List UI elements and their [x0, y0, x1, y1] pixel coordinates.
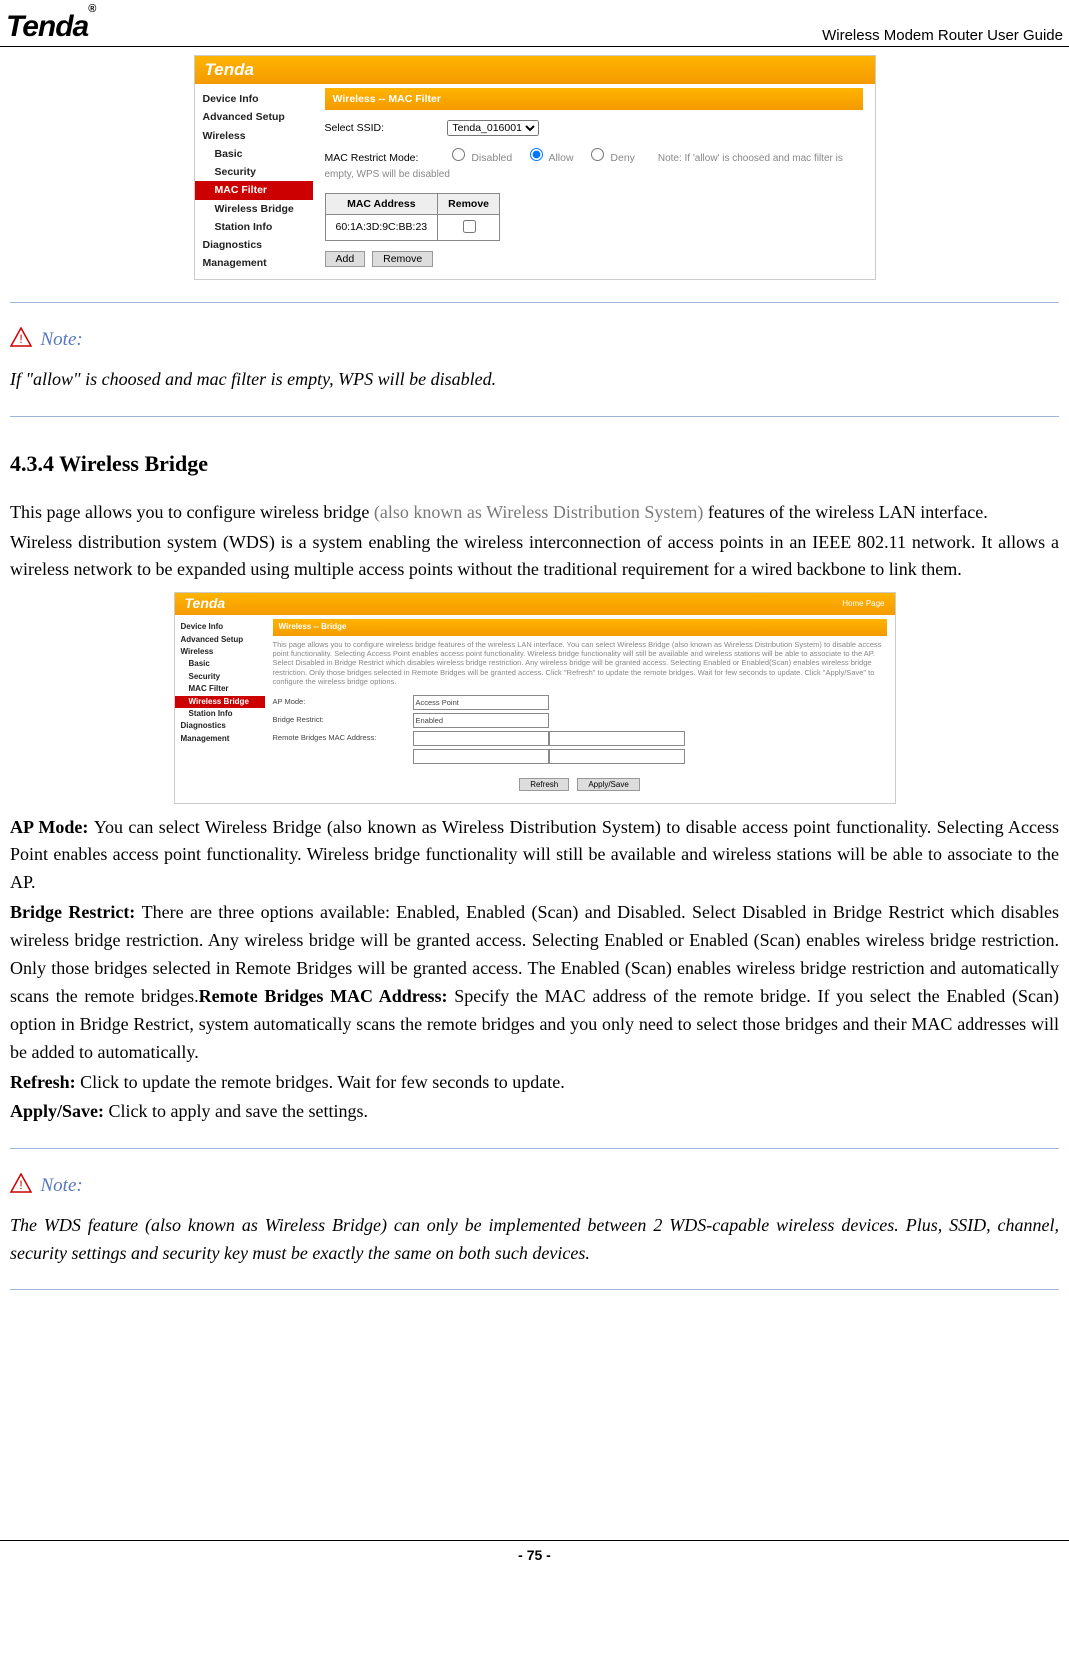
restrict-label: MAC Restrict Mode: — [325, 150, 445, 166]
ssid-label: Select SSID: — [325, 120, 445, 136]
apmode-select[interactable]: Access Point — [413, 695, 549, 710]
remote-mac-input[interactable] — [413, 749, 549, 764]
def-label: Apply/Save: — [10, 1101, 109, 1121]
paragraph: Bridge Restrict: There are three options… — [10, 899, 1059, 1066]
divider — [10, 302, 1059, 303]
sidebar-item[interactable]: Device Info — [175, 621, 265, 633]
sidebar-subitem[interactable]: Security — [175, 671, 265, 683]
radio-allow[interactable]: Allow — [525, 152, 573, 164]
svg-text:!: ! — [19, 1178, 22, 1192]
paragraph: Wireless distribution system (WDS) is a … — [10, 529, 1059, 585]
sidebar-item[interactable]: Wireless — [175, 646, 265, 658]
note-block: ! Note: The WDS feature (also known as W… — [10, 1171, 1059, 1267]
def-label: Bridge Restrict: — [10, 902, 142, 922]
shot1-main: Wireless -- MAC Filter Select SSID: Tend… — [313, 84, 875, 279]
panel-title: Wireless -- Bridge — [273, 619, 887, 635]
page-header: Tenda® Wireless Modem Router User Guide — [0, 10, 1069, 47]
remote-label: Remote Bridges MAC Address: — [273, 732, 413, 744]
sidebar-item[interactable]: Advanced Setup — [175, 634, 265, 646]
def-label: AP Mode: — [10, 817, 94, 837]
panel-title: Wireless -- MAC Filter — [325, 88, 863, 110]
sidebar-item[interactable]: Management — [195, 254, 313, 272]
screenshot-mac-filter: Tenda Device Info Advanced Setup Wireles… — [194, 55, 876, 280]
sidebar-subitem[interactable]: MAC Filter — [175, 683, 265, 695]
remote-mac-input[interactable] — [549, 749, 685, 764]
note-label: Note: — [41, 329, 83, 350]
sidebar-subitem[interactable]: Security — [195, 163, 313, 181]
shot1-sidebar: Device Info Advanced Setup Wireless Basi… — [195, 84, 313, 279]
sidebar-item[interactable]: Device Info — [195, 90, 313, 108]
remote-mac-input[interactable] — [549, 731, 685, 746]
shot2-brand: Tenda — [185, 593, 226, 615]
sidebar-item[interactable]: Diagnostics — [195, 236, 313, 254]
restrict-select[interactable]: Enabled — [413, 713, 549, 728]
sidebar-item[interactable]: Diagnostics — [175, 720, 265, 732]
paragraph: Apply/Save: Click to apply and save the … — [10, 1098, 1059, 1126]
panel-description: This page allows you to configure wirele… — [273, 640, 887, 687]
sidebar-subitem[interactable]: Wireless Bridge — [195, 200, 313, 218]
table-row: 60:1A:3D:9C:BB:23 — [325, 214, 500, 240]
warning-icon: ! — [10, 1173, 32, 1202]
sidebar-active[interactable]: MAC Filter — [195, 181, 313, 199]
def-label: Refresh: — [10, 1072, 80, 1092]
radio-disabled[interactable]: Disabled — [447, 152, 512, 164]
sidebar-item[interactable]: Wireless — [195, 127, 313, 145]
refresh-button[interactable]: Refresh — [519, 778, 569, 791]
shot1-topbar: Tenda — [195, 56, 875, 84]
page-footer: - 75 - — [0, 1540, 1069, 1563]
divider — [10, 416, 1059, 417]
sidebar-subitem[interactable]: Basic — [195, 145, 313, 163]
note-block: ! Note: If "allow" is choosed and mac fi… — [10, 325, 1059, 393]
sidebar-subitem[interactable]: Basic — [175, 658, 265, 670]
paragraph: Refresh: Click to update the remote brid… — [10, 1069, 1059, 1097]
sidebar-subitem[interactable]: Station Info — [195, 218, 313, 236]
home-link[interactable]: Home Page — [842, 598, 884, 610]
note-label: Note: — [41, 1175, 83, 1196]
mac-cell: 60:1A:3D:9C:BB:23 — [325, 214, 438, 240]
remove-checkbox[interactable] — [463, 220, 476, 233]
col-mac: MAC Address — [325, 193, 438, 214]
svg-text:!: ! — [19, 332, 22, 346]
ssid-select[interactable]: Tenda_016001 — [447, 120, 539, 136]
add-button[interactable]: Add — [325, 251, 366, 267]
remote-mac-input[interactable] — [413, 731, 549, 746]
shot1-brand: Tenda — [205, 57, 254, 83]
divider — [10, 1289, 1059, 1290]
shot2-main: Wireless -- Bridge This page allows you … — [265, 615, 895, 802]
screenshot-bridge: Tenda Home Page Device Info Advanced Set… — [174, 592, 896, 803]
note-body: The WDS feature (also known as Wireless … — [10, 1212, 1059, 1268]
sidebar-active[interactable]: Wireless Bridge — [175, 696, 265, 708]
note-body: If "allow" is choosed and mac filter is … — [10, 366, 1059, 394]
sidebar-item[interactable]: Management — [175, 733, 265, 745]
col-remove: Remove — [438, 193, 500, 214]
shot2-sidebar: Device Info Advanced Setup Wireless Basi… — [175, 615, 265, 802]
radio-deny[interactable]: Deny — [586, 152, 634, 164]
remove-button[interactable]: Remove — [372, 251, 433, 267]
shot2-topbar: Tenda Home Page — [175, 593, 895, 615]
section-heading: 4.3.4 Wireless Bridge — [10, 447, 1059, 481]
apmode-label: AP Mode: — [273, 696, 413, 708]
paragraph: AP Mode: You can select Wireless Bridge … — [10, 814, 1059, 898]
sidebar-subitem[interactable]: Station Info — [175, 708, 265, 720]
paragraph: This page allows you to configure wirele… — [10, 499, 1059, 527]
doc-title: Wireless Modem Router User Guide — [822, 27, 1063, 44]
divider — [10, 1148, 1059, 1149]
brand-logo: Tenda® — [6, 10, 95, 44]
def-label: Remote Bridges MAC Address: — [199, 986, 455, 1006]
apply-save-button[interactable]: Apply/Save — [577, 778, 639, 791]
warning-icon: ! — [10, 327, 32, 356]
gray-text: (also known as Wireless Distribution Sys… — [374, 502, 703, 522]
restrict-label: Bridge Restrict: — [273, 714, 413, 726]
sidebar-item[interactable]: Advanced Setup — [195, 108, 313, 126]
mac-table: MAC AddressRemove 60:1A:3D:9C:BB:23 — [325, 193, 501, 242]
